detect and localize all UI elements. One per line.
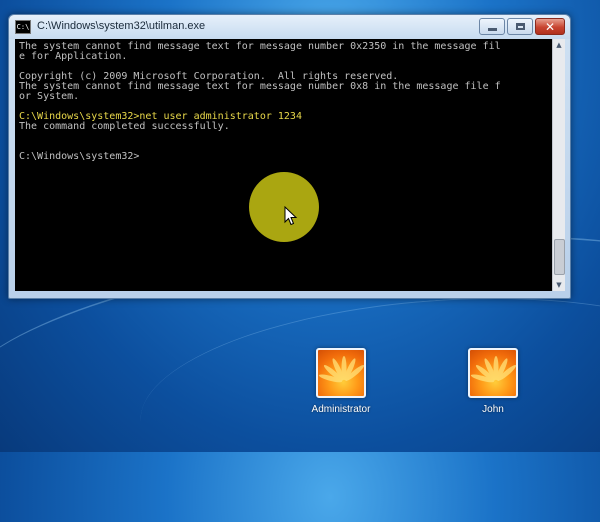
- flower-icon: [318, 356, 364, 383]
- flower-icon: [470, 356, 516, 383]
- maximize-icon: [515, 23, 525, 30]
- console-output[interactable]: The system cannot find message text for …: [15, 39, 552, 291]
- user-tile-administrator[interactable]: Administrator: [296, 348, 386, 415]
- close-icon: ✕: [544, 19, 556, 34]
- minimize-button[interactable]: [479, 18, 505, 35]
- maximize-button[interactable]: [507, 18, 533, 35]
- scroll-up-icon[interactable]: ▲: [553, 39, 565, 51]
- scroll-down-icon[interactable]: ▼: [553, 279, 565, 291]
- console-line: e for Application.: [19, 51, 128, 62]
- title-bar[interactable]: C:\ C:\Windows\system32\utilman.exe ✕: [9, 15, 570, 39]
- window-title: C:\Windows\system32\utilman.exe: [37, 20, 206, 32]
- user-name: John: [482, 404, 504, 415]
- minimize-icon: [487, 28, 497, 31]
- user-avatar[interactable]: [468, 348, 518, 398]
- user-avatar[interactable]: [316, 348, 366, 398]
- close-button[interactable]: ✕: [535, 18, 565, 35]
- mouse-pointer-icon: [284, 206, 298, 226]
- cmd-window[interactable]: C:\ C:\Windows\system32\utilman.exe ✕ Th…: [8, 14, 571, 299]
- cmd-icon: C:\: [15, 20, 31, 34]
- console-line: C:\Windows\system32>: [19, 151, 140, 162]
- vertical-scrollbar[interactable]: ▲ ▼: [552, 39, 565, 291]
- console-line: or System.: [19, 91, 80, 102]
- console-line: The command completed successfully.: [19, 121, 230, 132]
- user-tile-john[interactable]: John: [448, 348, 538, 415]
- user-name: Administrator: [311, 404, 371, 415]
- scroll-thumb[interactable]: [554, 239, 565, 275]
- console-line: The system cannot find message text for …: [19, 81, 501, 92]
